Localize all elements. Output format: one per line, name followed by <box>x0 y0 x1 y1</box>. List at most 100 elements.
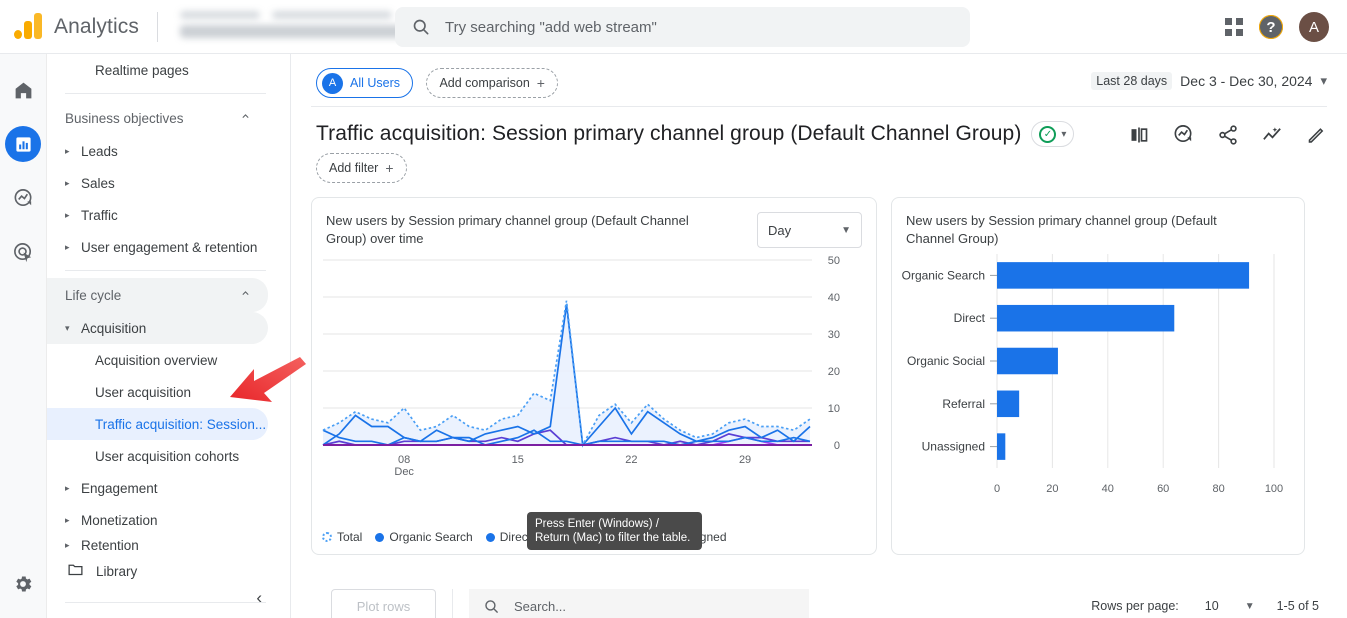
legend-item-organic-search[interactable]: Organic Search <box>375 530 473 544</box>
sidebar-group-life-cycle[interactable]: Life cycle <box>47 278 268 312</box>
sidebar-item-label: Retention <box>81 537 139 553</box>
sidebar-item-monetization[interactable]: ▸ Monetization <box>47 504 268 536</box>
svg-text:22: 22 <box>625 454 637 466</box>
pagination: Rows per page: 10 ▼ 1-5 of 5 <box>1091 599 1319 613</box>
add-filter-button[interactable]: Add filter + <box>316 153 407 183</box>
sidebar-item-user-engagement-retention[interactable]: ▸ User engagement & retention <box>47 231 268 263</box>
chevron-right-icon: ▸ <box>65 145 70 156</box>
global-search-input[interactable]: Try searching "add web stream" <box>395 7 970 47</box>
sidebar-item-traffic[interactable]: ▸ Traffic <box>47 199 268 231</box>
sidebar-item-library[interactable]: Library <box>47 554 290 588</box>
status-badge[interactable]: ✓ ▾ <box>1031 121 1075 147</box>
sidebar-item-label: Acquisition overview <box>95 352 218 368</box>
all-users-label: All Users <box>350 76 401 90</box>
plus-icon: + <box>385 160 394 176</box>
sidebar-item-user-acquisition-cohorts[interactable]: User acquisition cohorts <box>47 440 268 472</box>
analytics-app: Analytics Try searching "add web stream"… <box>0 0 1347 618</box>
sidebar-item-retention[interactable]: ▸ Retention <box>47 536 268 554</box>
explore-icon[interactable] <box>5 180 41 216</box>
bar-chart-card: New users by Session primary channel gro… <box>891 197 1305 555</box>
date-range-badge: Last 28 days <box>1091 72 1173 90</box>
search-icon <box>485 599 498 613</box>
plot-rows-button[interactable]: Plot rows <box>331 589 436 618</box>
sidebar-item-sales[interactable]: ▸ Sales <box>47 167 268 199</box>
chevron-right-icon: ▸ <box>65 539 70 550</box>
add-comparison-button[interactable]: Add comparison + <box>426 68 558 98</box>
chevron-down-icon: ▾ <box>1061 128 1067 140</box>
cards-row: New users by Session primary channel gro… <box>291 183 1347 555</box>
sidebar-item-label: Traffic acquisition: Session... <box>95 416 267 432</box>
advertising-icon[interactable] <box>5 234 41 270</box>
top-bar-actions: ? A <box>1225 0 1339 54</box>
sidebar-item-label: Sales <box>81 175 115 191</box>
svg-text:20: 20 <box>1046 483 1058 495</box>
line-chart-card: New users by Session primary channel gro… <box>311 197 877 555</box>
line-chart-plot: 0 10 20 30 40 50 08Dec 15 22 29 <box>322 255 840 478</box>
gear-icon[interactable] <box>12 573 34 600</box>
avatar[interactable]: A <box>1299 12 1329 42</box>
keyboard-hint-tooltip: Press Enter (Windows) / Return (Mac) to … <box>527 512 702 550</box>
top-bar: Analytics Try searching "add web stream"… <box>0 0 1347 54</box>
sidebar-item-label: Traffic <box>81 207 118 223</box>
reports-icon[interactable] <box>5 126 41 162</box>
analytics-logo-icon <box>12 10 46 44</box>
share-icon[interactable] <box>1217 124 1239 151</box>
date-range-value: Dec 3 - Dec 30, 2024 <box>1180 73 1313 89</box>
svg-text:Referral: Referral <box>942 397 985 411</box>
sidebar-item-label: User acquisition cohorts <box>95 448 240 464</box>
sidebar-item-user-acquisition[interactable]: User acquisition <box>47 376 268 408</box>
home-icon[interactable] <box>5 72 41 108</box>
svg-text:Direct: Direct <box>954 311 986 325</box>
svg-text:50: 50 <box>828 255 840 267</box>
divider <box>156 11 158 42</box>
check-circle-icon: ✓ <box>1039 125 1057 143</box>
compare-icon[interactable] <box>1128 125 1150 150</box>
sidebar-item-label: Monetization <box>81 512 158 528</box>
edit-pencil-icon[interactable] <box>1306 124 1327 150</box>
divider <box>452 589 453 618</box>
svg-text:40: 40 <box>1102 483 1114 495</box>
divider <box>65 270 266 271</box>
svg-text:10: 10 <box>828 403 840 415</box>
all-users-chip[interactable]: A All Users <box>316 68 414 98</box>
help-icon[interactable]: ? <box>1259 15 1283 39</box>
legend-item-total[interactable]: Total <box>322 530 362 544</box>
granularity-select[interactable]: Day ▼ <box>757 212 862 248</box>
table-search-placeholder: Search... <box>514 598 567 614</box>
svg-text:08: 08 <box>398 454 410 466</box>
sidebar-item-acquisition[interactable]: ▾ Acquisition <box>47 312 268 344</box>
sidebar-group-business-objectives[interactable]: Business objectives <box>47 101 268 135</box>
rows-per-page-select[interactable]: Rows per page: 10 ▼ <box>1091 599 1254 613</box>
table-search-input[interactable]: Search... <box>469 589 809 618</box>
svg-text:Organic Social: Organic Social <box>907 354 985 368</box>
date-range-selector[interactable]: Last 28 days Dec 3 - Dec 30, 2024 ▾ <box>1091 72 1327 90</box>
report-actions <box>1128 123 1327 151</box>
chevron-right-icon: ▸ <box>65 514 70 525</box>
sidebar-item-realtime-pages[interactable]: Realtime pages <box>47 54 268 86</box>
sidebar-item-traffic-acquisition[interactable]: Traffic acquisition: Session... <box>47 408 268 440</box>
apps-grid-icon[interactable] <box>1225 18 1243 36</box>
svg-text:100: 100 <box>1265 483 1283 495</box>
report-navigation: Realtime pages Business objectives ▸ Lea… <box>47 54 291 618</box>
svg-text:40: 40 <box>828 292 840 304</box>
collapse-sidebar-button[interactable]: ‹ <box>256 588 262 608</box>
plus-icon: + <box>536 75 545 91</box>
insights-icon[interactable] <box>1172 123 1195 151</box>
legend-label: Organic Search <box>389 530 473 544</box>
chevron-up-icon <box>239 110 252 126</box>
trends-icon[interactable] <box>1261 123 1284 151</box>
sidebar-item-leads[interactable]: ▸ Leads <box>47 135 268 167</box>
divider <box>65 602 266 603</box>
sidebar-item-label: User acquisition <box>95 384 192 400</box>
rows-per-page-value: 10 <box>1204 599 1219 613</box>
comparison-bar: A All Users Add comparison + Last 28 day… <box>291 54 1347 100</box>
legend-item-direct[interactable]: Direct <box>485 530 531 544</box>
sidebar-item-acquisition-overview[interactable]: Acquisition overview <box>47 344 268 376</box>
sidebar-group-label: Life cycle <box>65 287 122 303</box>
account-property-selector[interactable] <box>176 9 426 45</box>
line-chart-title: New users by Session primary channel gro… <box>326 213 689 246</box>
chevron-right-icon: ▸ <box>65 177 70 188</box>
divider <box>65 93 266 94</box>
sidebar-item-engagement[interactable]: ▸ Engagement <box>47 472 268 504</box>
sidebar-item-label: Realtime pages <box>95 62 189 78</box>
